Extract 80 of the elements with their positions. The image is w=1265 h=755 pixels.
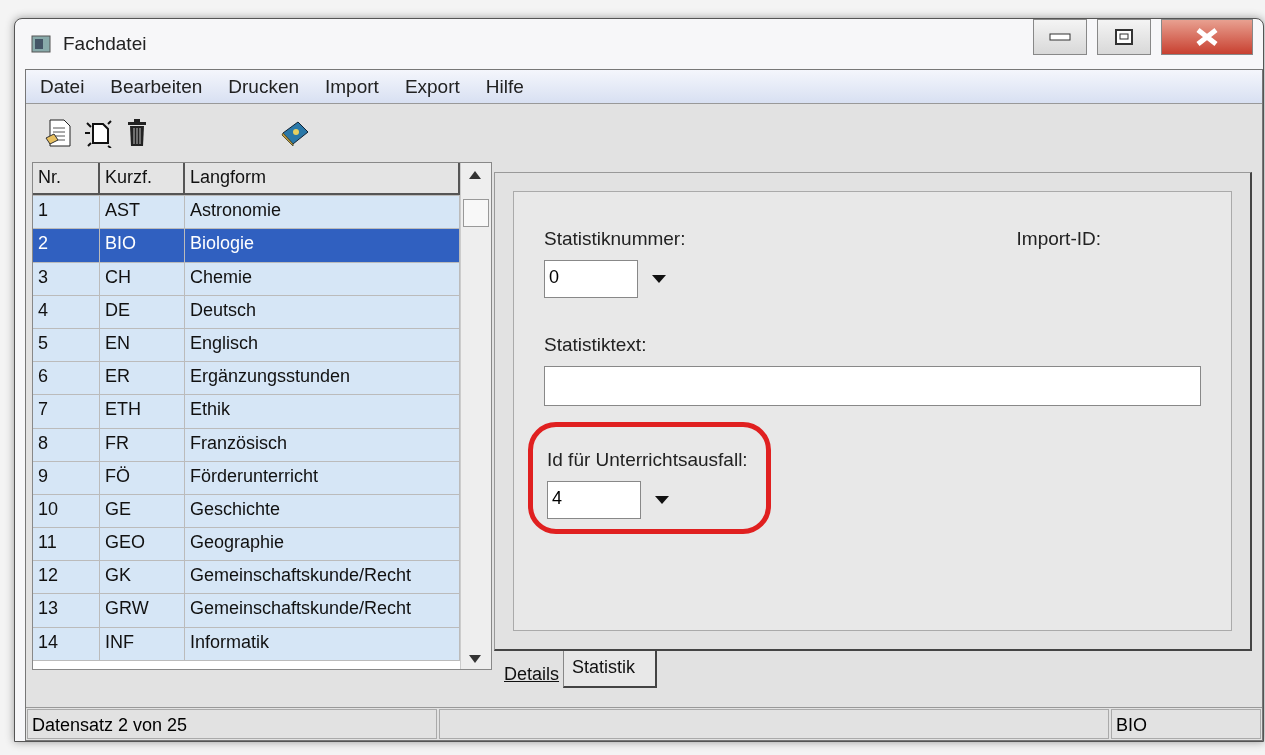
field-label: Import-ID: <box>1016 228 1101 250</box>
table-cell[interactable]: EN <box>100 328 185 362</box>
table-cell[interactable]: GRW <box>100 594 185 627</box>
edit-document-icon[interactable] <box>44 118 72 148</box>
table-cell[interactable]: AST <box>100 196 185 229</box>
input-field[interactable]: 0 <box>544 260 638 298</box>
table-cell[interactable]: Französisch <box>185 428 461 461</box>
table-cell[interactable]: BIO <box>100 229 185 262</box>
minimize-icon <box>1049 33 1071 41</box>
menu-item[interactable]: Bearbeiten <box>110 75 203 98</box>
table-cell[interactable]: GE <box>100 494 185 528</box>
scroll-up-arrow-icon[interactable] <box>469 171 482 179</box>
menu-item[interactable]: Drucken <box>228 75 299 98</box>
table-cell[interactable]: 2 <box>33 229 100 262</box>
table-cell[interactable]: 6 <box>33 362 100 395</box>
table-cell[interactable]: 11 <box>33 528 100 561</box>
table-cell[interactable]: 9 <box>33 461 100 494</box>
table-cell[interactable]: DE <box>100 295 185 328</box>
table-cell[interactable]: 7 <box>33 395 100 428</box>
table-cell[interactable]: ER <box>100 362 185 395</box>
table-cell[interactable]: Geographie <box>185 528 461 561</box>
table-cell[interactable]: Englisch <box>185 328 461 362</box>
field-label: Statistiktext: <box>544 334 648 356</box>
table-cell[interactable]: Gemeinschaftskunde/Recht <box>185 561 461 594</box>
status-text: Datensatz 2 von 25 <box>27 709 437 739</box>
table-cell[interactable]: Ergänzungsstunden <box>185 362 461 395</box>
table-cell[interactable]: GEO <box>100 528 185 561</box>
tab[interactable]: Statistik <box>563 651 658 688</box>
table-cell[interactable]: Geschichte <box>185 494 461 528</box>
tab[interactable]: Details <box>498 658 564 688</box>
table-cell[interactable]: Deutsch <box>185 295 461 328</box>
dropdown-arrow-icon[interactable] <box>655 496 669 504</box>
table-cell[interactable]: 5 <box>33 328 100 362</box>
new-document-icon[interactable] <box>84 118 114 148</box>
table-cell[interactable]: INF <box>100 627 185 660</box>
trash-icon[interactable] <box>126 118 148 148</box>
table-cell[interactable]: Chemie <box>185 262 461 295</box>
scrollbar[interactable] <box>460 163 491 669</box>
table-cell[interactable]: Förderunterricht <box>185 461 461 494</box>
menu-item[interactable]: Datei <box>40 75 85 98</box>
table-cell[interactable]: 1 <box>33 196 100 229</box>
table-cell[interactable]: 10 <box>33 494 100 528</box>
field-label: Statistiknummer: <box>544 228 686 250</box>
table-cell[interactable]: Ethik <box>185 395 461 428</box>
table-cell[interactable]: 3 <box>33 262 100 295</box>
input-field[interactable]: 4 <box>547 481 641 519</box>
maximize-icon <box>1115 29 1133 45</box>
table-cell[interactable]: GK <box>100 561 185 594</box>
table-cell[interactable]: 14 <box>33 627 100 660</box>
app-icon <box>31 34 53 54</box>
minimize-button[interactable] <box>1033 19 1087 55</box>
table-cell[interactable]: Biologie <box>185 229 461 262</box>
scroll-thumb[interactable] <box>463 199 490 227</box>
table-cell[interactable]: 4 <box>33 295 100 328</box>
table-cell[interactable]: 8 <box>33 428 100 461</box>
menu-item[interactable]: Import <box>325 75 379 98</box>
menu-item[interactable]: Export <box>404 75 460 98</box>
dropdown-arrow-icon[interactable] <box>652 275 666 283</box>
table-cell[interactable]: FR <box>100 428 185 461</box>
column-header[interactable]: Langform <box>185 163 461 196</box>
column-header[interactable]: Nr. <box>33 163 100 196</box>
close-button[interactable] <box>1161 19 1253 55</box>
table-cell[interactable]: 13 <box>33 594 100 627</box>
maximize-button[interactable] <box>1097 19 1151 55</box>
scroll-down-arrow-icon[interactable] <box>469 655 482 663</box>
status-text: BIO <box>1111 709 1261 739</box>
input-field[interactable] <box>544 366 1201 406</box>
table-cell[interactable]: Astronomie <box>185 196 461 229</box>
table-cell[interactable]: FÖ <box>100 461 185 494</box>
table-cell[interactable]: CH <box>100 262 185 295</box>
menu-item[interactable]: Hilfe <box>485 75 524 98</box>
table-cell[interactable]: 12 <box>33 561 100 594</box>
table-cell[interactable]: Informatik <box>185 627 461 660</box>
book-icon[interactable] <box>280 119 310 147</box>
window-title: Fachdatei <box>63 33 148 55</box>
column-header[interactable]: Kurzf. <box>100 163 185 196</box>
close-icon <box>1196 28 1218 46</box>
table-cell[interactable]: ETH <box>100 395 185 428</box>
field-label: Id für Unterrichtsausfall: <box>547 449 748 470</box>
table-cell[interactable]: Gemeinschaftskunde/Recht <box>185 594 461 627</box>
